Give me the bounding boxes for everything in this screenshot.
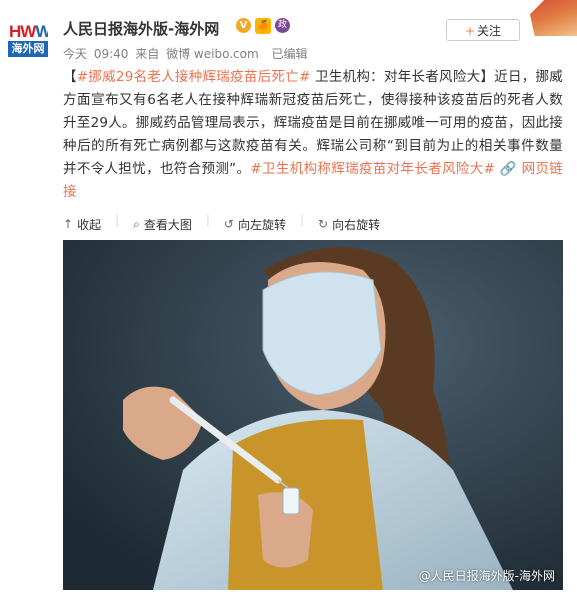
topic-link[interactable]: #挪威29名老人接种辉瑞疫苗后死亡# [77, 69, 311, 85]
rotate-left-label: 向左旋转 [237, 217, 286, 232]
photo-illustration [63, 240, 563, 590]
follow-button[interactable]: + 关注 [446, 19, 520, 41]
source-label: 来自 [135, 47, 160, 61]
logo-letters: HWW [9, 22, 48, 41]
post-headline: 卫生机构：对年长者风险大】 [310, 69, 495, 85]
post-header: HWW 海外网 人民日报海外版-海外网 V 🍊 政 今天 09:40 来自 微博… [0, 0, 577, 66]
rotate-left-button[interactable]: ↺ 向左旋转 [224, 213, 286, 235]
rotate-right-icon: ↻ [318, 217, 329, 231]
account-avatar[interactable]: HWW 海外网 [8, 20, 48, 60]
divider: | [115, 213, 120, 227]
account-name[interactable]: 人民日报海外版-海外网 [63, 18, 219, 39]
logo-caption: 海外网 [8, 41, 48, 57]
post-photo[interactable]: @人民日报海外版-海外网 [63, 240, 563, 590]
view-large-button[interactable]: ⌕ 查看大图 [133, 213, 192, 235]
rotate-right-label: 向右旋转 [332, 217, 381, 232]
image-toolbar: ↑ 收起 | ⌕ 查看大图 | ↺ 向左旋转 | ↻ 向右旋转 [63, 213, 394, 235]
bracket-open: 【 [63, 69, 77, 85]
divider: | [300, 213, 305, 227]
collapse-button[interactable]: ↑ 收起 [63, 213, 101, 235]
view-large-label: 查看大图 [143, 217, 192, 232]
post-day[interactable]: 今天 [63, 47, 87, 61]
corner-decoration [530, 0, 577, 36]
plus-icon: + [464, 24, 476, 38]
hashtag-link[interactable]: #卫生机构称辉瑞疫苗对年长者风险大# [250, 161, 495, 177]
verified-icon[interactable]: V [236, 18, 251, 33]
post-source[interactable]: 微博 weibo.com [166, 47, 259, 61]
post-text: 【#挪威29名老人接种辉瑞疫苗后死亡# 卫生机构：对年长者风险大】近日，挪威方面… [63, 66, 563, 204]
follow-label: 关注 [477, 24, 502, 38]
photo-watermark: @人民日报海外版-海外网 [418, 569, 555, 583]
link-icon: 🔗 [499, 161, 517, 177]
magnifier-icon: ⌕ [133, 216, 140, 231]
rotate-left-icon: ↺ [223, 217, 234, 231]
member-icon[interactable]: 🍊 [255, 18, 271, 34]
post-time[interactable]: 09:40 [94, 47, 129, 61]
government-badge-icon[interactable]: 政 [275, 18, 290, 33]
collapse-label: 收起 [77, 217, 102, 232]
rotate-right-button[interactable]: ↻ 向右旋转 [318, 213, 380, 235]
post-meta: 今天 09:40 来自 微博 weibo.com 已编辑 [63, 45, 311, 62]
collapse-icon: ↑ [63, 217, 74, 231]
divider: | [205, 213, 210, 227]
edited-label: 已编辑 [271, 47, 308, 61]
